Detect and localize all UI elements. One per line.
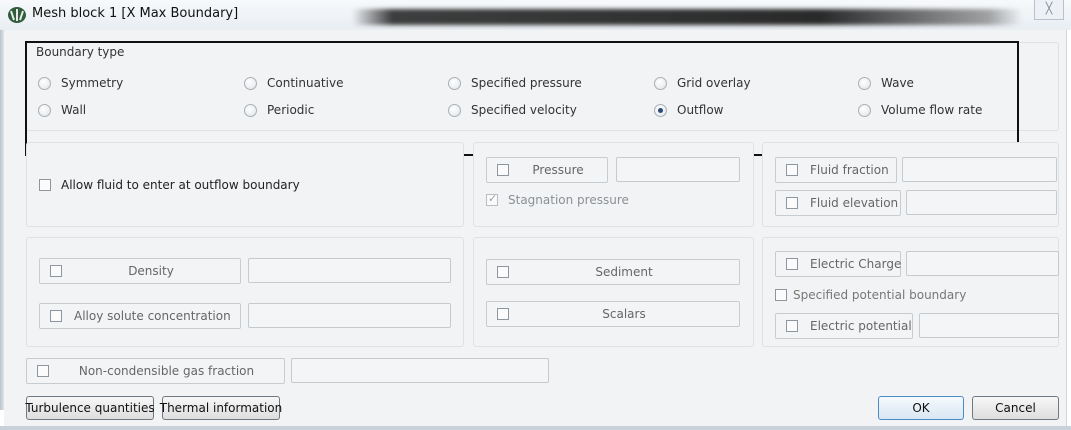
pressure-value-field[interactable] (616, 157, 740, 182)
checkbox-box (786, 197, 798, 209)
sediment-checkbox-button[interactable]: Sediment (486, 259, 740, 285)
density-value-field[interactable] (248, 258, 451, 283)
electric-charge-checkbox-button[interactable]: Electric Charge (775, 251, 901, 277)
specified-potential-checkbox[interactable]: Specified potential boundary (775, 288, 966, 302)
thermal-information-button[interactable]: Thermal information (160, 396, 282, 420)
window-bottom-border (0, 426, 1071, 430)
checkbox-box (50, 310, 62, 322)
fluid-elevation-checkbox-button[interactable]: Fluid elevation (775, 190, 901, 216)
fluid-fraction-value-field[interactable] (902, 157, 1057, 182)
boundary-type-highlight-frame (25, 41, 1019, 156)
alloy-solute-value-field[interactable] (248, 303, 451, 328)
non-condensible-gas-value-field[interactable] (291, 358, 549, 383)
non-condensible-gas-checkbox-button[interactable]: Non-condensible gas fraction (26, 358, 285, 384)
checkbox-box (497, 266, 509, 278)
checkbox-box (497, 308, 509, 320)
checkbox-box (50, 265, 62, 277)
ok-button[interactable]: OK (878, 396, 964, 420)
checkbox-box (37, 365, 49, 377)
app-logo-icon (8, 7, 26, 23)
stagnation-pressure-checkbox[interactable]: Stagnation pressure (486, 192, 629, 207)
title-bar-obscured-region (352, 9, 1022, 25)
allow-fluid-checkbox[interactable]: Allow fluid to enter at outflow boundary (39, 178, 300, 192)
electric-charge-value-field[interactable] (906, 251, 1059, 276)
electric-potential-value-field[interactable] (919, 313, 1059, 338)
alloy-solute-checkbox-button[interactable]: Alloy solute concentration (39, 303, 241, 329)
fluid-elevation-value-field[interactable] (906, 190, 1057, 215)
cancel-button[interactable]: Cancel (972, 396, 1059, 420)
checkbox-box (497, 164, 509, 176)
turbulence-quantities-button[interactable]: Turbulence quantities (25, 396, 155, 420)
scalars-checkbox-button[interactable]: Scalars (486, 301, 740, 327)
fluid-fraction-checkbox-button[interactable]: Fluid fraction (775, 157, 897, 183)
checkbox-box (786, 164, 798, 176)
species-group (26, 237, 464, 347)
pressure-group (473, 142, 754, 227)
electric-potential-checkbox-button[interactable]: Electric potential (775, 313, 913, 339)
sediment-group (473, 237, 754, 347)
close-icon[interactable]: ╳ (1034, 0, 1064, 20)
checkbox-box (775, 289, 787, 301)
window-title: Mesh block 1 [X Max Boundary] (32, 6, 239, 21)
checkbox-box (39, 179, 51, 191)
checkbox-box-checked (486, 192, 498, 206)
title-bar: Mesh block 1 [X Max Boundary] ╳ (0, 0, 1071, 30)
pressure-checkbox-button[interactable]: Pressure (486, 157, 608, 183)
checkbox-box (786, 258, 798, 270)
density-checkbox-button[interactable]: Density (39, 258, 241, 284)
checkbox-box (786, 320, 798, 332)
